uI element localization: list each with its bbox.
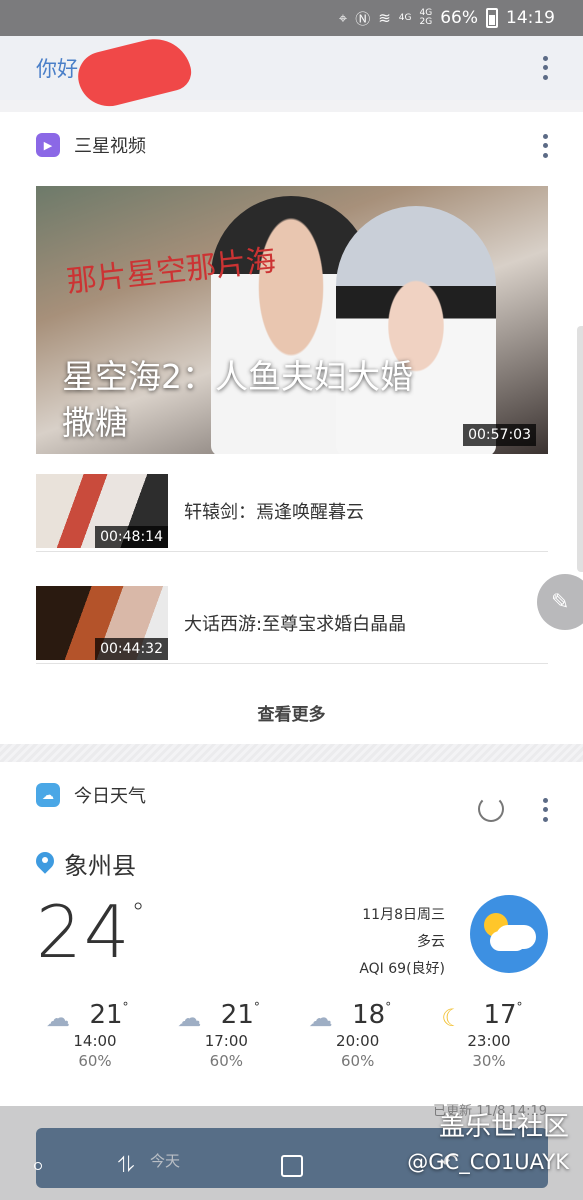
rain-cloud-icon: ☁ bbox=[46, 1004, 70, 1032]
recent-apps-icon[interactable]: ⥮ bbox=[118, 1155, 140, 1177]
current-temperature-value: 24 bbox=[36, 890, 132, 974]
forecast-precip: 60% bbox=[209, 1052, 243, 1070]
watermark-handle: @GC_CO1UAYK bbox=[407, 1150, 569, 1174]
video-duration: 00:44:32 bbox=[95, 638, 168, 660]
redacted-username bbox=[72, 31, 196, 113]
forecast-time: 20:00 bbox=[336, 1032, 380, 1050]
pencil-icon: ✎ bbox=[551, 589, 570, 615]
video-title: 大话西游:至尊宝求婚白晶晶 bbox=[184, 614, 407, 635]
network-indicator: 4G bbox=[398, 12, 412, 23]
degree-symbol: ° bbox=[131, 898, 147, 928]
weather-summary: 11月8日周三 多云 AQI 69(良好) bbox=[359, 902, 445, 983]
nfc-icon: Ⓝ bbox=[355, 9, 371, 28]
clock: 14:19 bbox=[506, 8, 555, 28]
forecast-precip: 60% bbox=[78, 1052, 112, 1070]
location-icon: ⌖ bbox=[338, 9, 348, 27]
weather-card-title: 今日天气 bbox=[74, 786, 146, 807]
degree-symbol: ° bbox=[122, 1000, 129, 1014]
video-list-item[interactable]: 00:48:14 轩辕剑：焉逢唤醒暮云 bbox=[36, 462, 548, 552]
degree-symbol: ° bbox=[385, 1000, 392, 1014]
video-card-header[interactable]: ▶ 三星视频 bbox=[36, 132, 146, 158]
dot-icon bbox=[542, 56, 548, 62]
divider bbox=[36, 663, 548, 664]
network-type-label: 4G bbox=[398, 12, 412, 23]
video-app-icon: ▶ bbox=[36, 133, 60, 157]
wifi-icon: ≋ bbox=[378, 9, 391, 27]
home-button-icon[interactable] bbox=[281, 1155, 303, 1177]
battery-icon bbox=[486, 8, 498, 28]
forecast-temp-value: 21 bbox=[220, 1000, 254, 1030]
network-type-label-3: 2G bbox=[419, 17, 433, 27]
rain-cloud-icon: ☁ bbox=[308, 1004, 333, 1032]
rain-cloud-icon: ☁ bbox=[177, 1004, 202, 1032]
nav-hide-dot-icon[interactable] bbox=[34, 1162, 42, 1170]
weather-app-icon: ☁ bbox=[36, 783, 60, 807]
hourly-forecast: ☁ 21° 14:00 60% ☁ 21° 17:00 60% ☁ 18° 20… bbox=[36, 1000, 548, 1070]
weather-date: 11月8日周三 bbox=[362, 907, 445, 923]
location-pin-icon bbox=[36, 852, 54, 876]
degree-symbol: ° bbox=[516, 1000, 523, 1014]
card-separator bbox=[0, 744, 583, 762]
battery-percent: 66% bbox=[440, 8, 478, 28]
partly-cloudy-icon bbox=[470, 895, 548, 973]
weather-condition: 多云 bbox=[417, 934, 445, 950]
video-card-more-button[interactable] bbox=[535, 132, 555, 160]
forecast-item: ☁ 21° 14:00 60% bbox=[36, 1000, 154, 1070]
featured-video-title: 星空海2：人鱼夫妇大婚撒糖 bbox=[62, 357, 413, 442]
forecast-temp-value: 21 bbox=[89, 1000, 123, 1030]
forecast-time: 14:00 bbox=[73, 1032, 117, 1050]
location[interactable]: 象州县 bbox=[36, 846, 136, 881]
refresh-icon[interactable] bbox=[478, 796, 504, 822]
current-temperature: 24° bbox=[36, 890, 147, 974]
video-thumbnail: 00:48:14 bbox=[36, 474, 168, 548]
video-duration: 00:48:14 bbox=[95, 526, 168, 548]
edge-panel-handle[interactable] bbox=[577, 326, 583, 572]
dot-icon bbox=[542, 143, 548, 149]
forecast-temp-value: 18 bbox=[352, 1000, 386, 1030]
greeting-text: 你好 bbox=[36, 57, 78, 81]
dot-icon bbox=[542, 816, 548, 822]
forecast-item: ☁ 18° 20:00 60% bbox=[299, 1000, 417, 1070]
greeting-more-button[interactable] bbox=[535, 54, 555, 82]
moon-cloud-icon: ☾ bbox=[441, 1004, 463, 1032]
forecast-precip: 30% bbox=[472, 1052, 506, 1070]
forecast-time: 17:00 bbox=[204, 1032, 248, 1050]
weather-card-header[interactable]: ☁ 今日天气 bbox=[36, 782, 146, 808]
forecast-temp-value: 17 bbox=[483, 1000, 517, 1030]
location-name: 象州县 bbox=[64, 852, 136, 880]
featured-video-duration: 00:57:03 bbox=[463, 424, 536, 446]
forecast-precip: 60% bbox=[340, 1052, 375, 1070]
forecast-time: 23:00 bbox=[467, 1032, 511, 1050]
dot-icon bbox=[542, 152, 548, 158]
network-indicator-2: 4G 2G bbox=[420, 9, 433, 27]
featured-video[interactable]: 那片星空那片海 星空海2：人鱼夫妇大婚撒糖 00:57:03 bbox=[36, 186, 548, 454]
greeting-header: 你好 bbox=[0, 31, 583, 113]
divider bbox=[36, 551, 548, 552]
watermark-text: 盖乐世社区 bbox=[438, 1112, 569, 1142]
dot-icon bbox=[542, 807, 548, 813]
weather-card-more-button[interactable] bbox=[535, 796, 555, 824]
video-card-title: 三星视频 bbox=[74, 136, 146, 157]
dot-icon bbox=[542, 65, 548, 71]
dot-icon bbox=[542, 134, 548, 140]
dot-icon bbox=[542, 798, 548, 804]
video-thumbnail: 00:44:32 bbox=[36, 586, 168, 660]
forecast-item: ☾ 17° 23:00 30% bbox=[430, 1000, 548, 1070]
video-list-item[interactable]: 00:44:32 大话西游:至尊宝求婚白晶晶 bbox=[36, 574, 548, 664]
samsung-video-card: ▶ 三星视频 那片星空那片海 星空海2：人鱼夫妇大婚撒糖 00:57:03 00… bbox=[0, 112, 583, 744]
degree-symbol: ° bbox=[253, 1000, 260, 1014]
video-title: 轩辕剑：焉逢唤醒暮云 bbox=[184, 502, 364, 523]
status-bar: ⌖ Ⓝ ≋ 4G 4G 2G 66% 14:19 bbox=[0, 0, 583, 36]
dot-icon bbox=[542, 74, 548, 80]
weather-aqi: AQI 69(良好) bbox=[359, 961, 445, 977]
cloud-shape bbox=[496, 925, 536, 949]
view-more-button[interactable]: 查看更多 bbox=[0, 700, 583, 725]
forecast-item: ☁ 21° 17:00 60% bbox=[167, 1000, 285, 1070]
